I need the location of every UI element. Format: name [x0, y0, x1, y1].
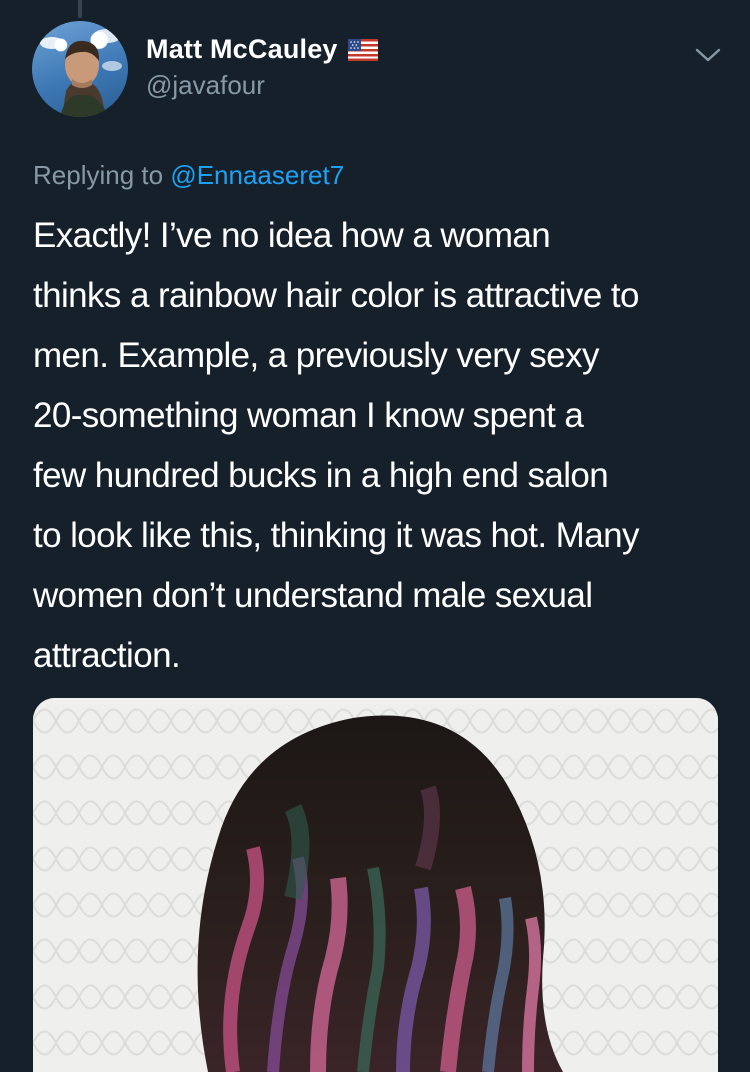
replying-to-label: Replying to — [33, 160, 171, 190]
thread-connector-line — [78, 0, 82, 18]
us-flag-icon — [347, 38, 378, 61]
reply-mention-link[interactable]: @Ennaaseret7 — [170, 160, 344, 190]
tweet-text: Exactly! I’ve no idea how a woman thinks… — [33, 216, 639, 675]
user-name-row: Matt McCauley — [146, 34, 378, 65]
tweet-media-photo[interactable] — [33, 698, 718, 1072]
hair-photo-image — [33, 698, 718, 1072]
avatar-image — [40, 29, 122, 117]
chevron-down-icon[interactable] — [693, 44, 723, 66]
avatar[interactable] — [32, 21, 128, 117]
user-handle[interactable]: @javafour — [146, 70, 265, 101]
user-name[interactable]: Matt McCauley — [146, 34, 338, 65]
replying-to-line: Replying to @Ennaaseret7 — [33, 160, 344, 191]
